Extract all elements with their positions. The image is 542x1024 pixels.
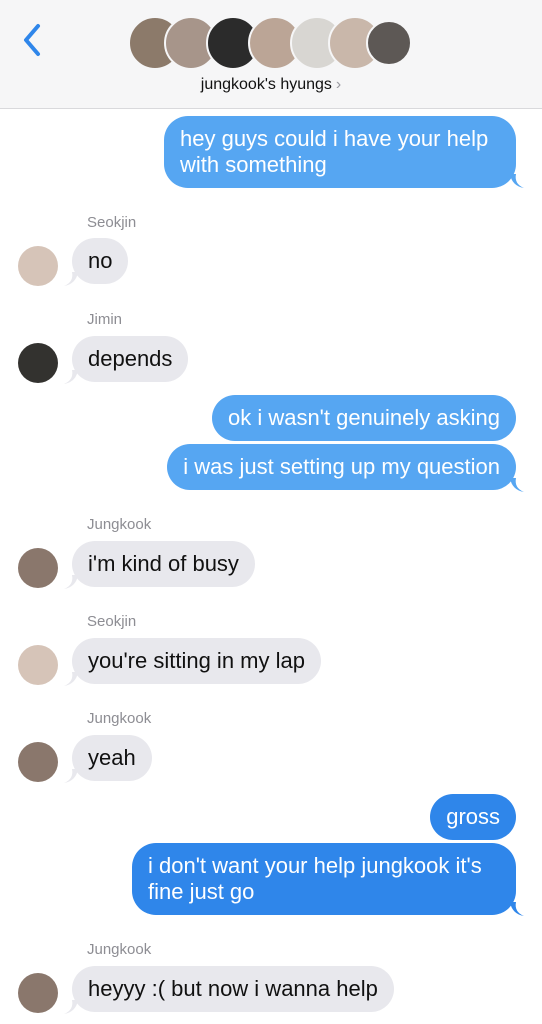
bubble-tail: [510, 174, 524, 188]
sender-name: Jungkook: [87, 516, 152, 533]
message-text: gross: [446, 804, 500, 829]
message-text: no: [88, 248, 113, 273]
incoming-message[interactable]: yeah: [72, 735, 152, 781]
incoming-message[interactable]: no: [72, 238, 129, 284]
avatar: [366, 20, 412, 66]
avatar: [18, 548, 58, 588]
conversation-header: jungkook's hyungs ›: [0, 0, 542, 109]
sender-name: Jimin: [87, 311, 123, 328]
incoming-message[interactable]: depends: [72, 336, 189, 382]
message-text: i'm kind of busy: [88, 551, 239, 576]
bubble-tail: [510, 478, 524, 492]
incoming-message[interactable]: heyyy :( but now i wanna help: [72, 966, 394, 1012]
message-text: depends: [88, 346, 173, 371]
bubble-tail: [64, 575, 78, 589]
outgoing-message[interactable]: hey guys could i have your help with som…: [164, 116, 516, 188]
bubble-tail: [64, 1000, 78, 1014]
incoming-message[interactable]: i'm kind of busy: [72, 541, 255, 587]
message-text: i was just setting up my question: [183, 454, 500, 479]
sender-name: Seokjin: [87, 613, 137, 630]
message-text: fine just go: [148, 879, 255, 904]
sender-name: Jungkook: [87, 941, 152, 958]
group-avatars[interactable]: [128, 16, 418, 72]
bubble-tail: [64, 370, 78, 384]
message-text: yeah: [88, 745, 136, 770]
bubble-tail: [64, 769, 78, 783]
sender-name: Seokjin: [87, 214, 137, 231]
bubble-tail: [64, 672, 78, 686]
group-name: jungkook's hyungs: [200, 76, 332, 93]
avatar: [18, 246, 58, 286]
outgoing-message[interactable]: gross: [430, 794, 516, 840]
sender-name: Jungkook: [87, 710, 152, 727]
avatar: [18, 742, 58, 782]
bubble-tail: [64, 272, 78, 286]
message-text: hey guys could i have your help: [180, 126, 489, 151]
message-text: heyyy :( but now i wanna help: [88, 976, 378, 1001]
message-text: you're sitting in my lap: [88, 648, 305, 673]
chevron-right-icon: ›: [335, 76, 342, 93]
message-text: i don't want your help jungkook it's: [148, 853, 482, 878]
outgoing-message[interactable]: ok i wasn't genuinely asking: [211, 395, 516, 441]
avatar: [18, 645, 58, 685]
outgoing-message[interactable]: i don't want your help jungkook it's fin…: [132, 843, 516, 915]
chevron-left-icon[interactable]: [16, 20, 46, 60]
avatar: [18, 343, 58, 383]
incoming-message[interactable]: you're sitting in my lap: [72, 638, 321, 684]
avatar: [18, 973, 58, 1013]
bubble-tail: [510, 902, 524, 916]
message-text: with something: [180, 152, 327, 177]
group-name-link[interactable]: jungkook's hyungs ›: [0, 76, 542, 94]
message-text: ok i wasn't genuinely asking: [227, 405, 500, 430]
outgoing-message[interactable]: i was just setting up my question: [167, 444, 516, 490]
